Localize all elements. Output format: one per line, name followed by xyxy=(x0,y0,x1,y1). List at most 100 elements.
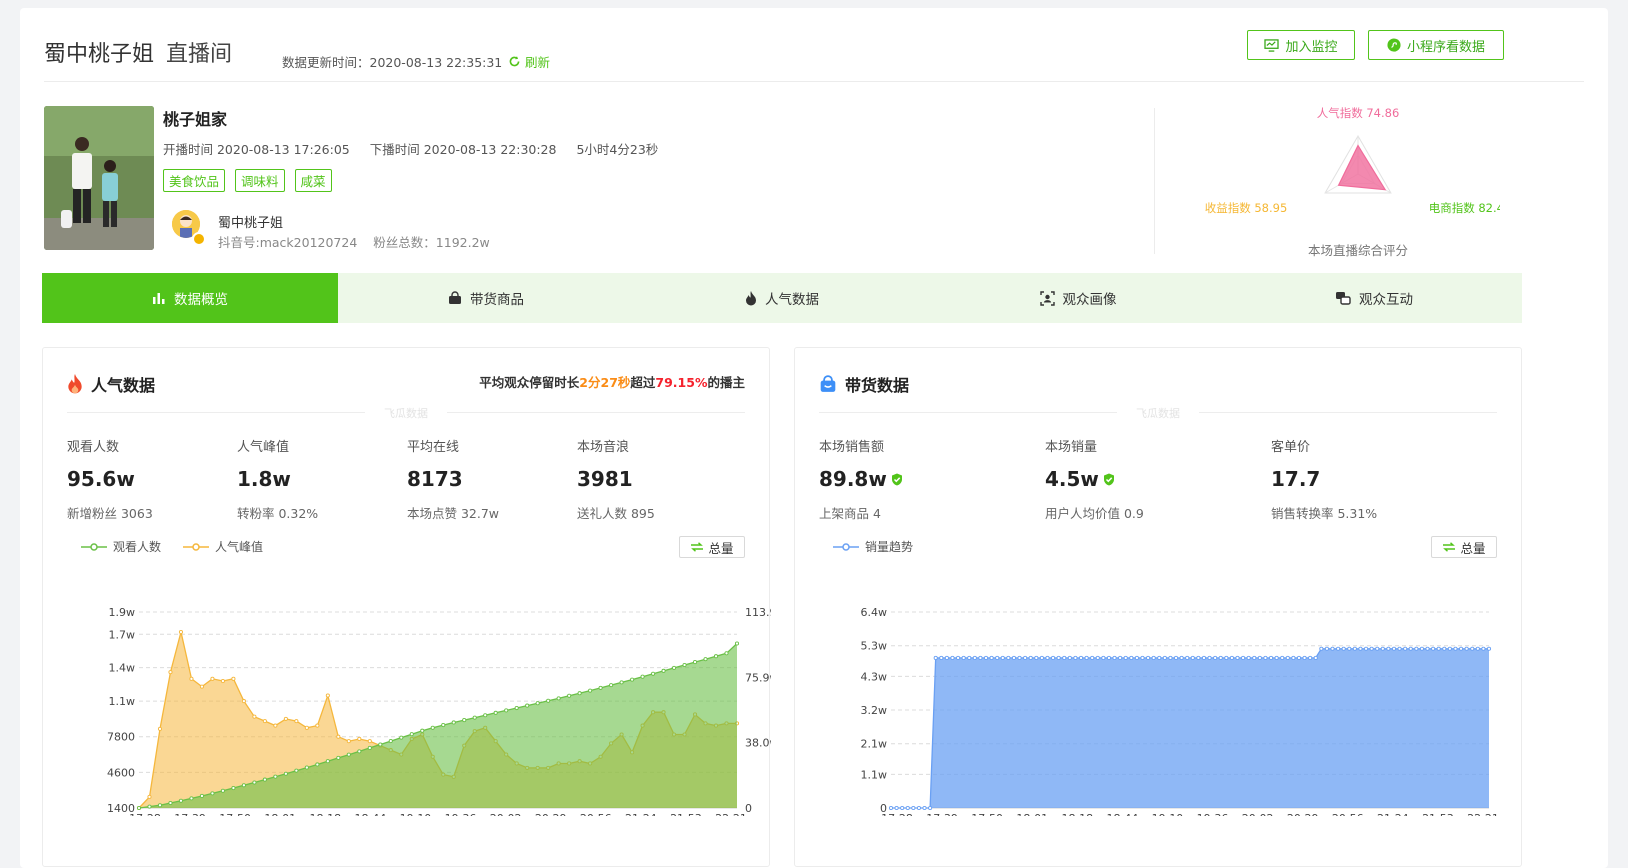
data-point xyxy=(472,715,477,720)
watermark-text: 飞瓜数据 xyxy=(384,407,428,420)
data-point xyxy=(588,688,593,693)
data-point xyxy=(1414,646,1419,651)
y-tick-label: 1.1w xyxy=(109,695,136,708)
tag-food[interactable]: 美食饮品 xyxy=(163,169,226,192)
data-point xyxy=(1224,655,1229,660)
tag-pickles[interactable]: 咸菜 xyxy=(294,169,332,192)
tab-products[interactable]: 带货商品 xyxy=(338,273,634,323)
data-point xyxy=(504,708,509,713)
data-point xyxy=(894,805,899,811)
stat-value: 17.7 xyxy=(1271,467,1321,491)
x-tick-label: 22:21 xyxy=(715,812,747,816)
y-tick-label: 1.9w xyxy=(109,606,136,619)
miniprogram-button[interactable]: 小程序看数据 xyxy=(1368,30,1504,60)
data-point xyxy=(1257,655,1262,660)
x-tick-label: 18:18 xyxy=(309,812,341,816)
data-point xyxy=(577,691,582,696)
refresh-icon xyxy=(509,56,520,67)
data-point xyxy=(220,678,225,684)
data-point xyxy=(1330,646,1335,651)
data-point xyxy=(252,714,257,719)
monitor-icon xyxy=(1264,38,1280,52)
popularity-panel-title: 人气数据 xyxy=(67,372,155,396)
popularity-chart: 1400460078001.1w1.4w1.7w1.9w038.0w75.9w1… xyxy=(107,606,771,816)
y-tick-label: 1.7w xyxy=(109,628,136,641)
data-point xyxy=(1056,655,1061,660)
data-point xyxy=(157,726,163,731)
data-point xyxy=(661,668,666,673)
host-name[interactable]: 蜀中桃子姐 xyxy=(218,212,283,231)
live-room-card: 蜀中桃子姐 直播间 数据更新时间：2020-08-13 22:35:31 刷新 加… xyxy=(20,8,1608,868)
legend-sales-trend[interactable]: 销量趋势 xyxy=(833,538,913,555)
popularity-total-button[interactable]: 总量 xyxy=(679,536,745,558)
tab-overview[interactable]: 数据概览 xyxy=(42,273,338,323)
data-point xyxy=(1246,655,1251,660)
host-douyin-id: 抖音号:mack20120724 xyxy=(218,235,358,250)
tab-popularity[interactable]: 人气数据 xyxy=(634,273,930,323)
data-point xyxy=(1034,655,1039,660)
data-point xyxy=(1419,646,1424,651)
shopping-bag-icon xyxy=(449,291,461,304)
stat-label: 人气峰值 xyxy=(237,440,290,455)
x-tick-label: 21:24 xyxy=(1377,812,1409,816)
data-point xyxy=(1442,646,1447,651)
data-point xyxy=(983,655,989,660)
refresh-button[interactable]: 刷新 xyxy=(508,52,550,71)
data-point xyxy=(1201,655,1207,660)
x-tick-label: 20:56 xyxy=(1332,812,1364,816)
switch-icon xyxy=(691,542,704,552)
stat-value: 89.8w xyxy=(819,467,887,491)
data-point xyxy=(325,693,330,698)
add-monitor-label: 加入监控 xyxy=(1285,39,1338,55)
x-tick-label: 21:53 xyxy=(1422,812,1454,816)
room-subtitle: 直播间 xyxy=(166,42,233,67)
legend-line-marker-icon xyxy=(833,542,859,551)
tab-products-label: 带货商品 xyxy=(470,292,524,308)
legend-peak[interactable]: 人气峰值 xyxy=(183,538,263,555)
data-point xyxy=(147,794,152,799)
note-stay-time: 2分27秒 xyxy=(579,375,631,390)
tab-audience-interaction[interactable]: 观众互动 xyxy=(1226,273,1522,323)
tab-audience-profile[interactable]: 观众画像 xyxy=(930,273,1226,323)
miniprogram-icon xyxy=(1387,38,1401,52)
host-info: 蜀中桃子姐 抖音号:mack20120724 粉丝总数：1192.2w xyxy=(172,208,572,252)
legend-line-marker-icon xyxy=(183,542,210,551)
data-point xyxy=(1481,646,1486,651)
composite-score: 人气指数 74.86 收益指数 58.95 电商指数 82.49 本场直播综合评… xyxy=(1180,104,1512,264)
data-point xyxy=(283,771,288,776)
watermark-divider: 飞瓜数据 xyxy=(819,407,1497,420)
tab-popularity-label: 人气数据 xyxy=(765,292,819,308)
add-monitor-button[interactable]: 加入监控 xyxy=(1247,30,1355,60)
data-point xyxy=(1475,646,1480,651)
data-point xyxy=(189,796,194,801)
data-point xyxy=(178,629,184,635)
data-point xyxy=(1067,655,1072,660)
switch-icon xyxy=(1443,542,1456,552)
data-point xyxy=(1157,655,1162,660)
stat-sub: 上架商品 4 xyxy=(819,506,881,521)
data-point xyxy=(1459,646,1464,651)
data-point xyxy=(1363,646,1369,651)
data-point xyxy=(905,805,910,811)
data-point xyxy=(220,788,225,793)
data-point xyxy=(989,655,994,660)
data-point xyxy=(1123,655,1128,660)
tag-seasoning[interactable]: 调味料 xyxy=(235,169,285,192)
legend-peak-label: 人气峰值 xyxy=(215,540,264,554)
data-point xyxy=(378,742,383,747)
sales-total-button[interactable]: 总量 xyxy=(1431,536,1497,558)
x-tick-label: 20:02 xyxy=(1242,812,1274,816)
total-label: 总量 xyxy=(708,540,734,556)
stream-name: 桃子姐家 xyxy=(163,110,228,129)
stat-value: 4.5w xyxy=(1045,467,1099,491)
popularity-stats: 观看人数 95.6w 新增粉丝 3063 人气峰值 1.8w 转粉率 0.32%… xyxy=(67,436,747,522)
data-point xyxy=(367,739,372,744)
data-point xyxy=(315,723,320,728)
stat-value-row: 89.8w xyxy=(819,467,1045,491)
data-point xyxy=(1425,646,1430,651)
cover-people-illustration xyxy=(44,106,154,250)
tab-audience-interaction-label: 观众互动 xyxy=(1359,292,1413,308)
data-point xyxy=(692,660,698,665)
x-tick-label: 18:44 xyxy=(355,812,387,816)
legend-viewers[interactable]: 观看人数 xyxy=(81,538,161,555)
